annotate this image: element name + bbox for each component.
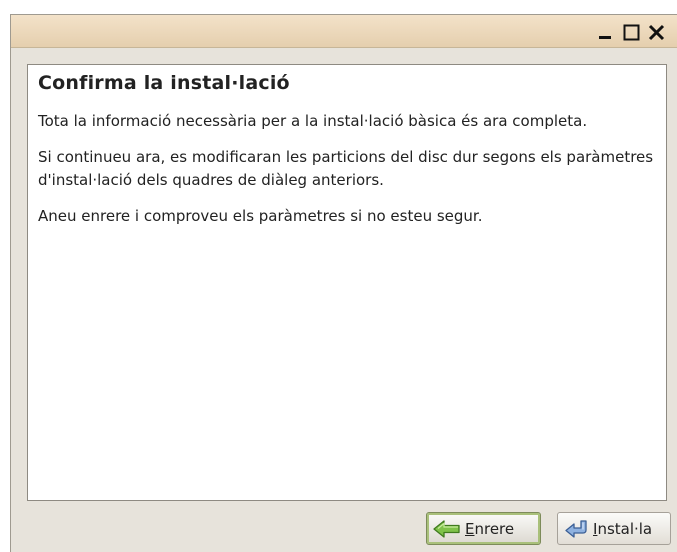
title-bar[interactable] <box>11 15 677 48</box>
advice-paragraph: Aneu enrere i comproveu els paràmetres s… <box>38 207 483 225</box>
maximize-icon <box>623 24 640 41</box>
close-button[interactable] <box>647 23 666 42</box>
install-label-rest: nstal·la <box>597 519 653 538</box>
install-button-label: Instal·la <box>593 520 652 538</box>
back-arrow-icon <box>432 518 462 540</box>
minimize-icon <box>599 36 611 39</box>
back-button[interactable]: Enrere <box>426 512 541 545</box>
minimize-button[interactable] <box>596 23 615 42</box>
back-label-rest: nrere <box>474 519 515 538</box>
install-button[interactable]: Instal·la <box>557 512 671 545</box>
maximize-button[interactable] <box>622 23 641 42</box>
page-title: Confirma la instal·lació <box>38 72 290 94</box>
close-icon <box>648 24 665 41</box>
install-icon <box>563 518 591 540</box>
installer-window: Confirma la instal·lació Tota la informa… <box>10 14 677 552</box>
warning-paragraph: Si continueu ara, es modificaran les par… <box>38 148 654 189</box>
info-paragraph: Tota la informació necessària per a la i… <box>38 112 588 130</box>
content-panel: Confirma la instal·lació Tota la informa… <box>27 64 667 501</box>
back-button-label: Enrere <box>465 520 514 538</box>
